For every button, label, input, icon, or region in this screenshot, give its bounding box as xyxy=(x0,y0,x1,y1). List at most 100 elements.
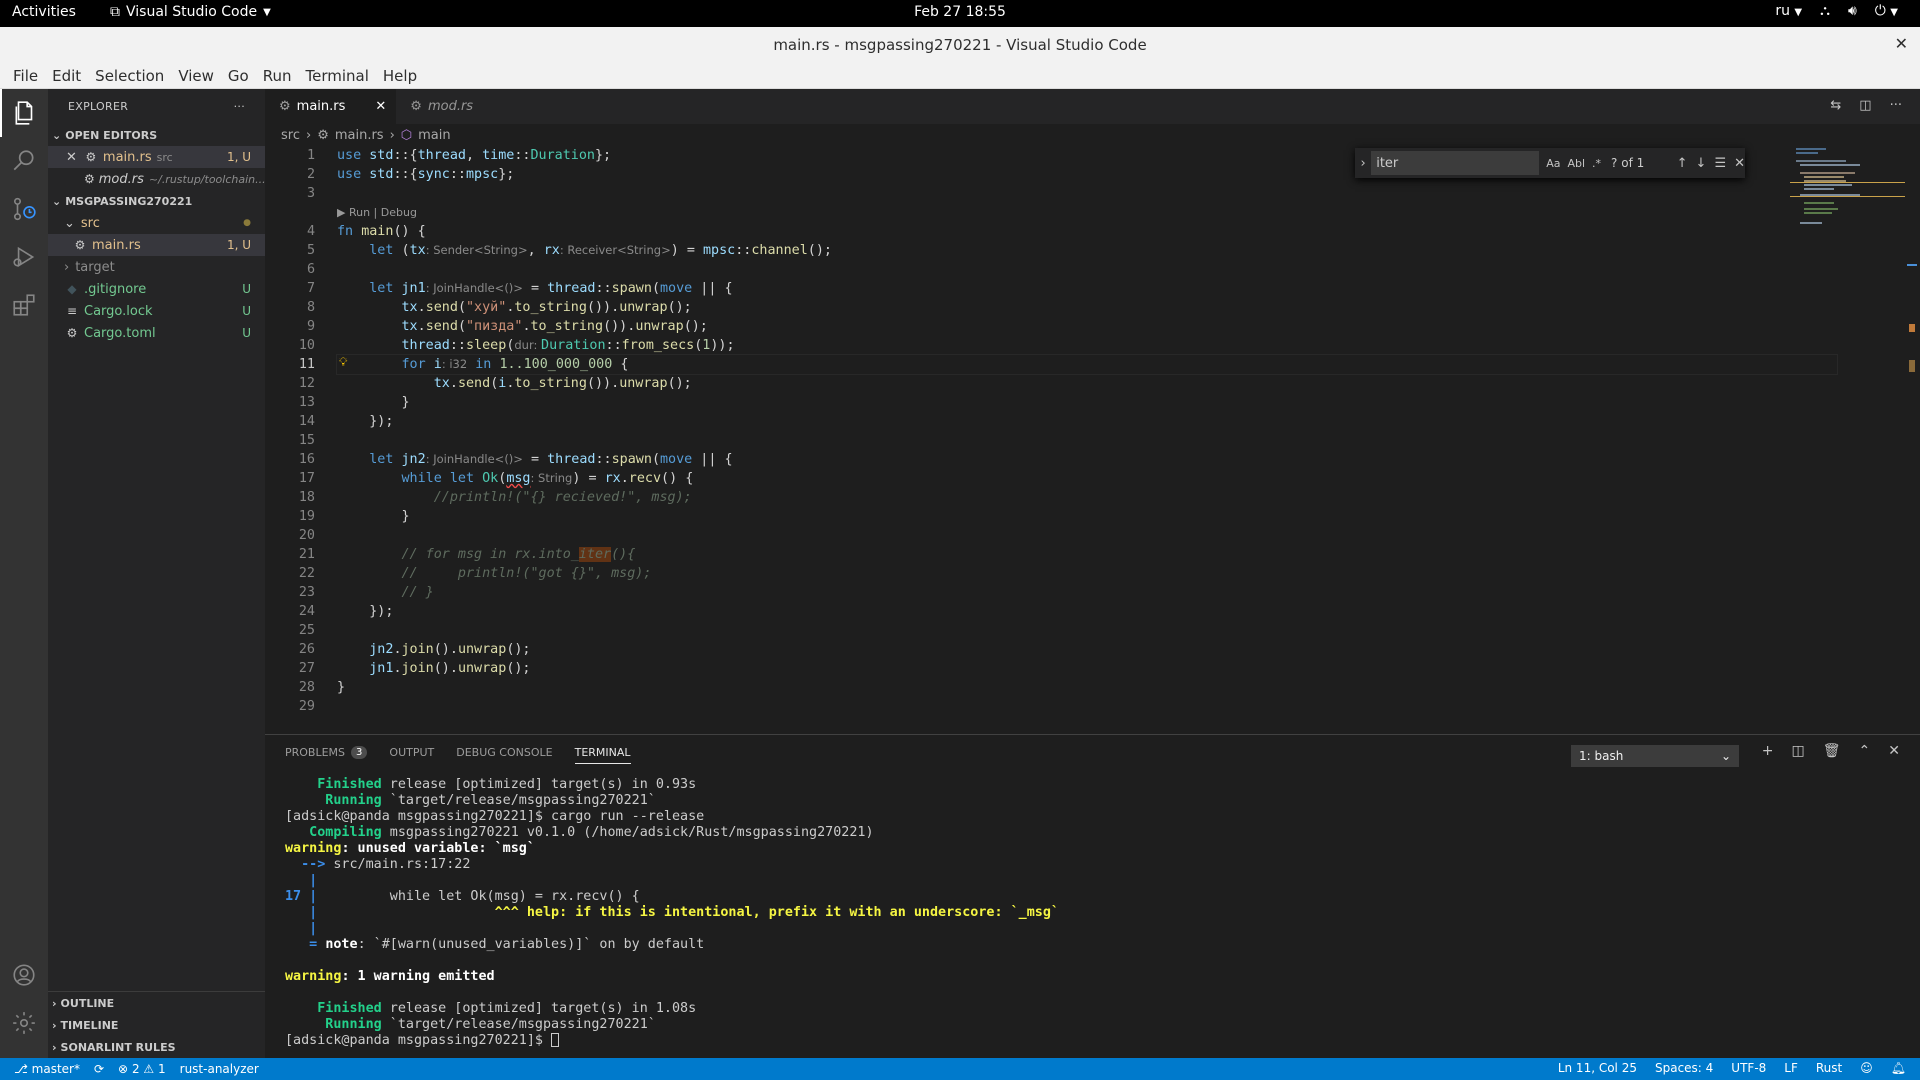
breadcrumb-main-fn[interactable]: main xyxy=(418,128,450,143)
activities-button[interactable]: Activities xyxy=(12,4,76,20)
find-input[interactable] xyxy=(1371,151,1540,175)
cursor-position[interactable]: Ln 11, Col 25 xyxy=(1558,1061,1637,1075)
previous-match-icon[interactable]: ↑ xyxy=(1677,156,1688,171)
menu-selection[interactable]: Selection xyxy=(88,67,171,85)
tab-problems[interactable]: PROBLEMS 3 xyxy=(285,735,368,770)
window-titlebar: main.rs - msgpassing270221 - Visual Stud… xyxy=(0,27,1920,63)
close-find-icon[interactable]: ✕ xyxy=(1734,156,1745,171)
chevron-right-icon: › xyxy=(64,259,70,275)
terminal-output[interactable]: Finished release [optimized] target(s) i… xyxy=(285,777,1905,1049)
breadcrumb-main-rs[interactable]: main.rs xyxy=(335,128,384,143)
split-terminal-icon[interactable]: ◫ xyxy=(1792,743,1805,759)
rust-analyzer-status[interactable]: rust-analyzer xyxy=(180,1062,259,1076)
tab-mod-rs[interactable]: ⚙ mod.rs xyxy=(396,89,507,124)
rust-file-icon: ⚙ xyxy=(85,150,97,164)
menu-view[interactable]: View xyxy=(171,67,221,85)
code-editor[interactable]: 1 2 3 4 5 6 7 8 9 10 11 12 13 14 15 16 1… xyxy=(265,146,1905,734)
accounts-icon[interactable] xyxy=(0,951,48,999)
menu-help[interactable]: Help xyxy=(376,67,424,85)
kill-terminal-icon[interactable]: 🗑︎ xyxy=(1823,743,1841,759)
tab-output[interactable]: OUTPUT xyxy=(389,735,434,770)
branch-status[interactable]: ⎇ master* xyxy=(14,1062,80,1076)
tab-debug-console[interactable]: DEBUG CONSOLE xyxy=(456,735,552,770)
editor-scrollbar[interactable] xyxy=(1905,146,1919,734)
menu-edit[interactable]: Edit xyxy=(45,67,88,85)
keyboard-layout[interactable]: ru ▼ xyxy=(1775,3,1802,19)
file-cargo-lock[interactable]: ≡ Cargo.lock U xyxy=(48,300,265,322)
run-debug-codelens[interactable]: ▶ Run | Debug xyxy=(337,203,1837,222)
maximize-panel-icon[interactable]: ⌃ xyxy=(1859,743,1871,759)
outline-section[interactable]: › OUTLINE xyxy=(48,992,265,1014)
chevron-right-icon: › xyxy=(305,127,312,143)
toggle-replace-icon[interactable]: › xyxy=(1355,156,1371,171)
manage-gear-icon[interactable] xyxy=(0,999,48,1047)
menu-run[interactable]: Run xyxy=(256,67,299,85)
folder-target[interactable]: › target xyxy=(48,256,265,278)
indentation[interactable]: Spaces: 4 xyxy=(1655,1061,1713,1075)
code-line-12: tx.send(i.to_string()).unwrap(); xyxy=(433,376,692,391)
error-icon: ⊗ xyxy=(118,1062,129,1076)
close-icon[interactable]: ✕ xyxy=(66,150,77,165)
more-actions-icon[interactable]: ··· xyxy=(1890,98,1902,113)
language-mode[interactable]: Rust xyxy=(1816,1061,1842,1075)
regex-toggle[interactable]: .* xyxy=(1592,157,1601,170)
system-tray[interactable]: ru ▼ ⛬ 🔊︎ ⏻ ▼ xyxy=(1775,3,1898,19)
find-in-selection-icon[interactable]: ☰ xyxy=(1714,156,1726,171)
power-icon[interactable]: ⏻ ▼ xyxy=(1875,3,1898,19)
tab-main-rs[interactable]: ⚙ main.rs ✕ xyxy=(265,89,397,124)
file-main-rs[interactable]: ⚙ main.rs 1, U xyxy=(48,234,265,256)
network-icon[interactable]: ⛬ xyxy=(1820,3,1830,19)
file-cargo-toml[interactable]: ⚙ Cargo.toml U xyxy=(48,322,265,344)
more-actions-icon[interactable]: ··· xyxy=(234,100,245,113)
code-line-28: } xyxy=(337,680,346,695)
menu-file[interactable]: File xyxy=(6,67,45,85)
editor-tabs: ⚙ main.rs ✕ ⚙ mod.rs ⇆ ◫ ··· xyxy=(265,89,1920,124)
next-match-icon[interactable]: ↓ xyxy=(1696,156,1707,171)
menu-bar: File Edit Selection View Go Run Terminal… xyxy=(0,63,1920,89)
open-editor-mod-rs[interactable]: ⚙ mod.rs ~/.rustup/toolchain... xyxy=(48,168,265,190)
clock[interactable]: Feb 27 18:55 xyxy=(914,4,1006,20)
timeline-section[interactable]: › TIMELINE xyxy=(48,1014,265,1036)
search-icon[interactable] xyxy=(0,137,48,185)
close-window-icon[interactable]: ✕ xyxy=(1895,34,1908,53)
file-gitignore[interactable]: ◆ .gitignore U xyxy=(48,278,265,300)
feedback-icon[interactable]: ☺ xyxy=(1860,1061,1873,1075)
encoding[interactable]: UTF-8 xyxy=(1731,1061,1766,1075)
whole-word-toggle[interactable]: Abl xyxy=(1567,157,1585,170)
sync-icon[interactable]: ⟳ xyxy=(94,1062,104,1076)
open-changes-icon[interactable]: ⇆ xyxy=(1830,98,1841,113)
sonarlint-section[interactable]: › SONARLINT RULES xyxy=(48,1036,265,1058)
open-editors-header[interactable]: ⌄ OPEN EDITORS xyxy=(48,124,265,146)
app-menu[interactable]: ⧉ Visual Studio Code ▼ xyxy=(110,4,271,20)
sidebar-bottom-sections: › OUTLINE › TIMELINE › SONARLINT RULES xyxy=(48,991,265,1058)
line-ending[interactable]: LF xyxy=(1784,1061,1798,1075)
code-line-5: let (tx: Sender<String>, rx: Receiver<St… xyxy=(369,243,832,258)
extensions-icon[interactable] xyxy=(0,281,48,329)
volume-icon[interactable]: 🔊︎ xyxy=(1848,3,1857,19)
rust-file-icon: ⚙ xyxy=(74,238,86,252)
run-debug-icon[interactable] xyxy=(0,233,48,281)
source-control-icon[interactable] xyxy=(0,185,48,233)
menu-go[interactable]: Go xyxy=(221,67,256,85)
bottom-panel: PROBLEMS 3 OUTPUT DEBUG CONSOLE TERMINAL … xyxy=(265,734,1920,1058)
chevron-right-icon: › xyxy=(52,1018,57,1032)
problems-status[interactable]: ⊗ 2 ⚠ 1 xyxy=(118,1062,166,1076)
split-editor-icon[interactable]: ◫ xyxy=(1859,98,1871,113)
problems-count-badge: 3 xyxy=(351,746,368,759)
tab-terminal[interactable]: TERMINAL xyxy=(574,735,631,770)
terminal-selector[interactable]: 1: bash ⌄ xyxy=(1571,745,1739,767)
notifications-bell-icon[interactable]: 🔔︎ xyxy=(1891,1061,1906,1075)
match-case-toggle[interactable]: Aa xyxy=(1546,157,1560,170)
menu-terminal[interactable]: Terminal xyxy=(299,67,376,85)
breadcrumb-src[interactable]: src xyxy=(281,128,300,143)
open-editor-main-rs[interactable]: ✕ ⚙ main.rs src 1, U xyxy=(48,146,265,168)
folder-src[interactable]: ⌄ src ● xyxy=(48,212,265,234)
new-terminal-icon[interactable]: + xyxy=(1762,743,1774,759)
explorer-icon[interactable] xyxy=(0,89,48,137)
close-tab-icon[interactable]: ✕ xyxy=(375,99,386,114)
project-folder-header[interactable]: ⌄ MSGPASSING270221 xyxy=(48,190,265,212)
minimap[interactable] xyxy=(1790,146,1905,266)
rust-file-icon: ⚙ xyxy=(84,172,95,186)
close-panel-icon[interactable]: ✕ xyxy=(1888,743,1900,759)
